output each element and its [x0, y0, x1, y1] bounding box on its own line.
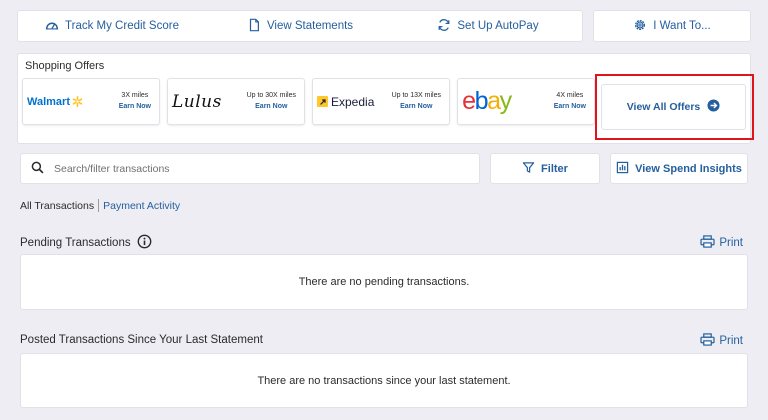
view-statements-label: View Statements [266, 20, 354, 32]
refresh-icon [437, 18, 451, 35]
tab-payment-activity[interactable]: Payment Activity [103, 200, 180, 212]
offer-details: Up to 30X miles Earn Now [247, 90, 296, 112]
account-actions-bar: Track My Credit Score View Statements Se… [17, 10, 583, 42]
earn-now-link[interactable]: Earn Now [392, 101, 441, 112]
lulus-logo: Lulus [172, 91, 222, 112]
earn-now-link[interactable]: Earn Now [119, 101, 151, 112]
track-credit-score-label: Track My Credit Score [65, 20, 179, 32]
transaction-tabs: All Transactions Payment Activity [20, 199, 180, 212]
expedia-logo: Expedia [317, 79, 374, 124]
offer-card-ebay[interactable]: ebay 4X miles Earn Now [457, 78, 595, 125]
bar-chart-icon [616, 161, 629, 177]
track-credit-score-link[interactable]: Track My Credit Score [18, 18, 206, 35]
info-icon[interactable] [137, 234, 152, 252]
ebay-logo-letter: y [500, 88, 513, 115]
posted-transactions-title: Posted Transactions Since Your Last Stat… [20, 334, 263, 346]
offer-miles: 4X miles [556, 92, 584, 99]
walmart-logo: Walmart [27, 79, 83, 124]
offer-miles: Up to 13X miles [391, 92, 441, 99]
print-posted-button[interactable]: Print [700, 333, 743, 349]
print-label: Print [719, 237, 743, 249]
document-icon [247, 18, 261, 35]
posted-transactions-card: There are no transactions since your las… [20, 353, 748, 408]
view-spend-insights-button[interactable]: View Spend Insights [610, 153, 748, 184]
posted-empty-message: There are no transactions since your las… [257, 374, 511, 387]
view-statements-link[interactable]: View Statements [206, 18, 394, 35]
offer-details: 3X miles Earn Now [119, 90, 151, 112]
print-pending-button[interactable]: Print [700, 235, 743, 251]
filter-label: Filter [541, 162, 568, 175]
earn-now-link[interactable]: Earn Now [554, 101, 586, 112]
view-spend-insights-label: View Spend Insights [635, 162, 742, 175]
gear-icon [633, 18, 647, 35]
offer-miles: 3X miles [121, 92, 149, 99]
funnel-icon [522, 161, 535, 177]
ebay-logo-text: ebay [462, 88, 513, 115]
i-want-to-label: I Want To... [653, 20, 711, 32]
ebay-logo-letter: b [475, 88, 488, 115]
posted-transactions-header: Posted Transactions Since Your Last Stat… [20, 334, 263, 346]
offer-details: 4X miles Earn Now [554, 90, 586, 112]
search-placeholder: Search/filter transactions [54, 162, 170, 175]
print-label: Print [719, 335, 743, 347]
pending-transactions-card: There are no pending transactions. [20, 254, 748, 310]
offer-card-walmart[interactable]: Walmart 3X miles Earn Now [22, 78, 160, 125]
i-want-to-button[interactable]: I Want To... [593, 10, 751, 42]
view-all-offers-highlight [595, 74, 754, 140]
ebay-logo-letter: e [462, 88, 475, 115]
shopping-offers-title: Shopping Offers [25, 60, 105, 72]
pending-transactions-title: Pending Transactions [20, 237, 131, 249]
search-input[interactable]: Search/filter transactions [20, 153, 480, 184]
tab-divider [98, 199, 100, 212]
ebay-logo: ebay [462, 79, 524, 124]
autopay-label: Set Up AutoPay [457, 20, 539, 32]
offer-card-expedia[interactable]: Expedia Up to 13X miles Earn Now [312, 78, 450, 125]
earn-now-link[interactable]: Earn Now [247, 101, 296, 112]
autopay-link[interactable]: Set Up AutoPay [394, 18, 582, 35]
offer-miles: Up to 30X miles [246, 92, 296, 99]
search-icon [31, 161, 44, 177]
tab-all-transactions[interactable]: All Transactions [20, 200, 94, 212]
printer-icon [700, 235, 715, 251]
pending-empty-message: There are no pending transactions. [298, 276, 470, 288]
filter-button[interactable]: Filter [490, 153, 600, 184]
printer-icon [700, 333, 715, 349]
credit-gauge-icon [45, 18, 59, 35]
offer-card-lulus[interactable]: Lulus Up to 30X miles Earn Now [167, 78, 305, 125]
pending-transactions-header: Pending Transactions [20, 234, 152, 252]
offer-details: Up to 13X miles Earn Now [392, 90, 441, 112]
